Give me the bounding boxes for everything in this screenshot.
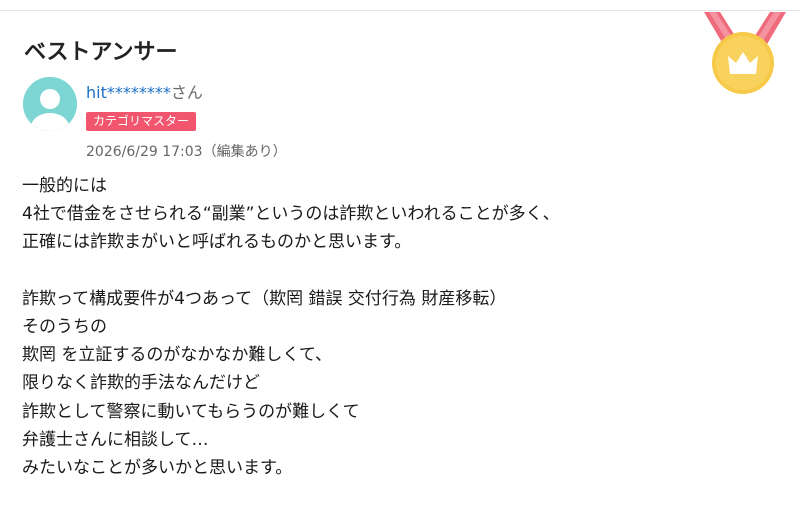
answer-line: 欺罔 を立証するのがなかなか難しくて、 [22, 345, 333, 366]
best-answer-title: ベストアンサー [24, 40, 178, 65]
user-avatar[interactable] [23, 77, 77, 131]
default-user-avatar-icon [23, 77, 77, 131]
answer-line: 詐欺って構成要件が4つあって（欺罔 錯誤 交付行為 財産移転） [22, 288, 507, 309]
answer-line: 正確には詐欺まがいと呼ばれるものかと思います。 [22, 232, 412, 253]
post-date: 2026/6/29 17:03（編集あり） [86, 144, 287, 160]
answer-line: みたいなことが多いかと思います。 [22, 457, 293, 478]
user-honorific: さん [170, 83, 203, 102]
user-name-link[interactable]: hit******** [86, 83, 171, 102]
answer-line [22, 257, 782, 285]
answer-line: そのうちの [22, 316, 107, 337]
user-name: hit********さん [86, 79, 203, 103]
answer-line: 4社で借金をさせられる“副業”というのは詐欺といわれることが多く、 [22, 204, 560, 225]
gold-medal-icon [704, 12, 786, 94]
category-master-badge: カテゴリマスター [86, 112, 197, 131]
answer-body: 一般的には 4社で借金をさせられる“副業”というのは詐欺といわれることが多く、 … [22, 172, 782, 482]
answer-line: 一般的には [22, 176, 107, 196]
answer-line: 詐欺として警察に動いてもらうのが難しくて [22, 401, 360, 422]
answer-line: 弁護士さんに相談して… [22, 429, 209, 450]
top-divider [0, 10, 800, 11]
answer-line: 限りなく詐欺的手法なんだけど [22, 373, 260, 394]
